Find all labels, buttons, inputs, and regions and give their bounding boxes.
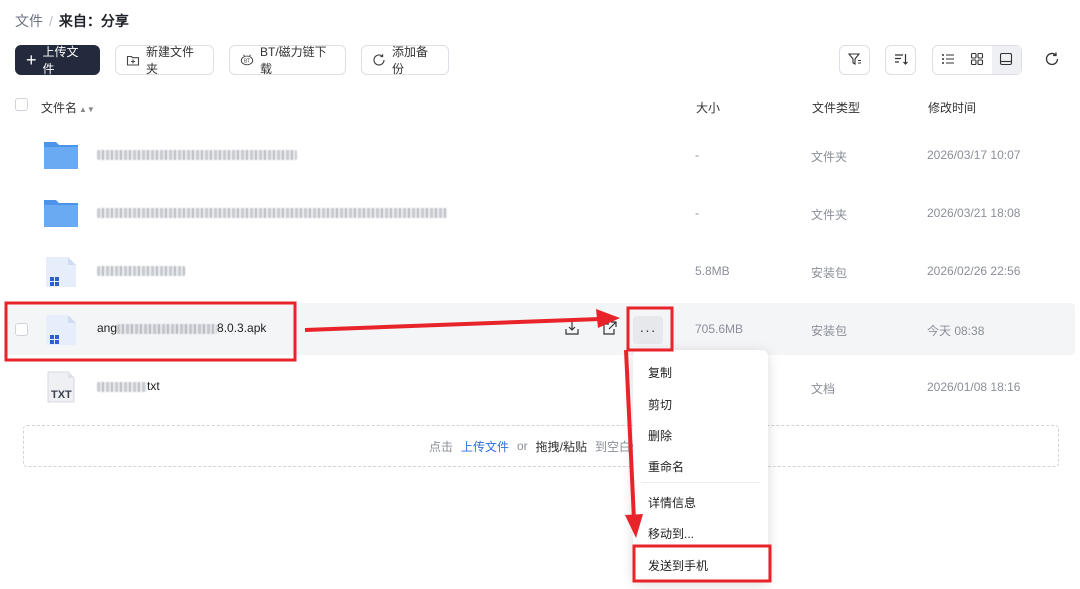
column-name-label: 文件名 [41, 101, 78, 115]
filter-icon [847, 51, 863, 70]
sort-button[interactable] [885, 45, 916, 75]
sync-icon [372, 53, 386, 67]
file-table-header: 文件名 ▲▼ 大小 文件类型 修改时间 [0, 94, 1080, 118]
dropzone-prefix: 点击 [428, 439, 453, 454]
file-type: 文件夹 [811, 208, 848, 222]
upload-dropzone[interactable]: 点击 上传文件 or 拖拽/粘贴 到空白处... [23, 425, 1059, 467]
table-row[interactable]: TXT txt 文档 2026/01/08 18:16 [5, 361, 1075, 413]
table-row[interactable]: - 文件夹 2026/03/21 18:08 [5, 187, 1075, 239]
refresh-icon [1044, 51, 1060, 70]
txt-icon: TXT [43, 369, 79, 405]
file-type: 文件夹 [811, 150, 848, 164]
bt-download-button[interactable]: BT BT/磁力链下载 [229, 45, 346, 76]
redacted-name [97, 207, 447, 218]
breadcrumb: 文件 / 来自：分享 [15, 11, 129, 31]
column-name-header[interactable]: 文件名 ▲▼ [41, 99, 95, 116]
new-folder-button[interactable]: 新建文件夹 [115, 45, 214, 76]
list-view-button[interactable] [933, 46, 962, 74]
more-options-button[interactable]: ··· [633, 316, 663, 344]
filter-button[interactable] [839, 45, 870, 75]
magnet-icon: BT [240, 53, 254, 67]
add-backup-button[interactable]: 添加备份 [361, 45, 449, 76]
file-modified: 2026/03/21 18:08 [927, 206, 1021, 220]
upload-button[interactable]: + 上传文件 [15, 45, 100, 76]
add-backup-label: 添加备份 [392, 45, 429, 76]
file-name-suffix: 8.0.3.apk [217, 321, 267, 335]
redacted-name [97, 149, 297, 160]
column-size-header[interactable]: 大小 [696, 99, 720, 116]
file-name[interactable] [97, 147, 297, 161]
menu-item-delete[interactable]: 删除 [648, 427, 672, 444]
context-menu: 复制 剪切 删除 重命名 详情信息 移动到... 发送到手机 [633, 350, 768, 582]
column-modified-header[interactable]: 修改时间 [928, 99, 976, 116]
share-button[interactable] [601, 320, 619, 338]
breadcrumb-current: 来自：分享 [58, 13, 129, 29]
redacted-name [97, 265, 185, 276]
menu-item-rename[interactable]: 重命名 [648, 458, 684, 475]
file-size: - [695, 148, 699, 162]
file-modified: 2026/01/08 18:16 [927, 380, 1021, 394]
view-switcher [932, 45, 1022, 75]
table-row-selected[interactable]: ang 8.0.3.apk ··· 705.6MB 安装包 今天 08:38 [5, 303, 1075, 355]
file-name-prefix: ang [97, 321, 118, 335]
file-size: 705.6MB [695, 322, 744, 336]
row-checkbox[interactable] [15, 323, 28, 336]
upload-button-label: 上传文件 [42, 45, 79, 76]
package-icon [43, 311, 79, 347]
file-size: 5.8MB [695, 264, 730, 278]
table-row[interactable]: 5.8MB 安装包 2026/02/26 22:56 [5, 245, 1075, 297]
txt-icon-label: TXT [51, 389, 72, 401]
folder-icon [43, 195, 79, 231]
file-type: 安装包 [811, 266, 848, 280]
download-icon [564, 320, 580, 339]
dropzone-or: or [517, 439, 528, 453]
new-folder-icon [126, 53, 140, 67]
svg-text:BT: BT [244, 59, 250, 65]
breadcrumb-separator: / [49, 13, 53, 29]
file-size: - [695, 206, 699, 220]
redacted-name [97, 381, 147, 392]
file-name[interactable] [97, 205, 447, 219]
file-type: 文档 [811, 382, 836, 396]
menu-item-copy[interactable]: 复制 [648, 364, 672, 381]
column-type-header[interactable]: 文件类型 [812, 99, 860, 116]
download-button[interactable] [563, 320, 581, 338]
share-icon [602, 320, 618, 339]
menu-item-send-to-phone[interactable]: 发送到手机 [648, 557, 708, 574]
file-modified: 2026/03/17 10:07 [927, 148, 1021, 162]
menu-item-details[interactable]: 详情信息 [648, 494, 696, 511]
file-modified: 2026/02/26 22:56 [927, 264, 1021, 278]
new-folder-label: 新建文件夹 [146, 45, 195, 76]
menu-item-cut[interactable]: 剪切 [648, 396, 672, 413]
file-type: 安装包 [811, 324, 848, 338]
file-name[interactable] [97, 263, 185, 277]
preview-icon [999, 52, 1013, 69]
dropzone-drag-label: 拖拽/粘贴 [535, 439, 588, 454]
breadcrumb-root[interactable]: 文件 [15, 11, 43, 31]
file-name-suffix: txt [147, 379, 160, 393]
file-name[interactable]: ang 8.0.3.apk [97, 321, 266, 335]
more-icon: ··· [639, 322, 657, 338]
sort-icon [893, 51, 909, 70]
preview-view-button[interactable] [991, 46, 1021, 74]
plus-icon: + [26, 50, 37, 70]
list-icon [941, 52, 955, 69]
menu-divider [641, 482, 760, 483]
menu-item-move-to[interactable]: 移动到... [648, 525, 694, 542]
grid-view-button[interactable] [962, 46, 991, 74]
refresh-button[interactable] [1041, 49, 1063, 71]
file-modified: 今天 08:38 [927, 324, 985, 338]
bt-download-label: BT/磁力链下载 [260, 45, 327, 76]
file-name[interactable]: txt [97, 379, 160, 393]
redacted-name [117, 323, 218, 334]
table-row[interactable]: - 文件夹 2026/03/17 10:07 [5, 129, 1075, 181]
package-icon [43, 253, 79, 289]
folder-icon [43, 137, 79, 173]
dropzone-upload-link[interactable]: 上传文件 [461, 438, 509, 455]
select-all-checkbox[interactable] [15, 98, 28, 111]
sort-toggle-icon: ▲▼ [79, 105, 95, 114]
grid-icon [970, 52, 984, 69]
